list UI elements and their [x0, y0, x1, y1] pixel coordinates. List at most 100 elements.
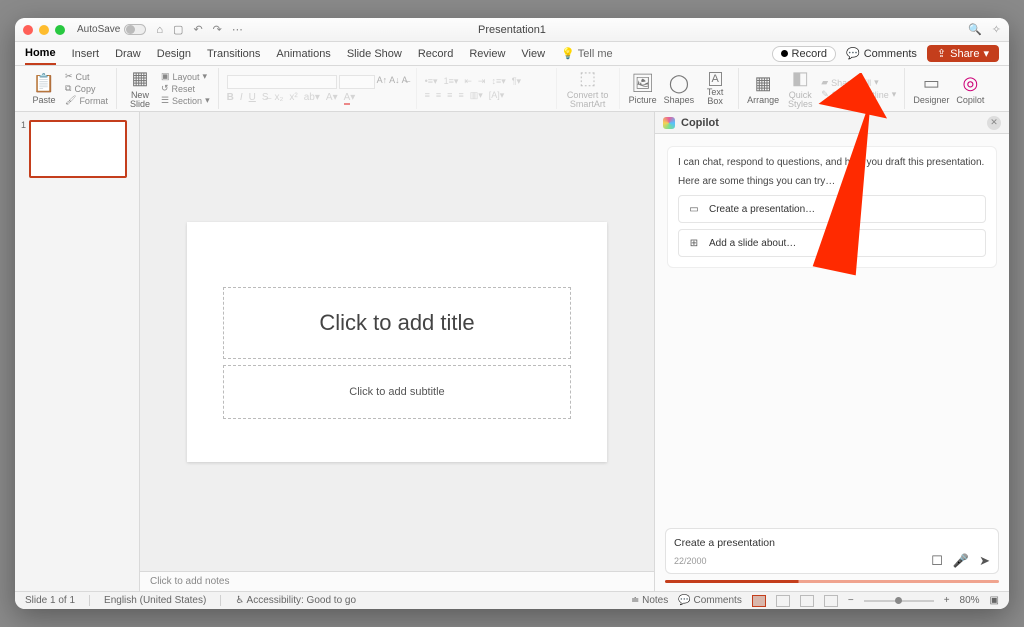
toggle-icon[interactable] [124, 24, 146, 35]
slide-thumb[interactable] [29, 120, 127, 178]
clear-format-icon[interactable]: A̶ [402, 75, 408, 89]
numbering-icon[interactable]: 1≡▾ [444, 76, 459, 87]
slide-thumbnails[interactable]: 1 [15, 112, 140, 591]
title-placeholder[interactable]: Click to add title [223, 287, 572, 359]
tab-home[interactable]: Home [25, 43, 56, 65]
view-reading-button[interactable] [800, 595, 814, 607]
align-right-icon[interactable]: ≡ [447, 90, 452, 101]
copilot-ribbon-button[interactable]: ◎Copilot [955, 73, 985, 105]
bullets-icon[interactable]: •≡▾ [425, 76, 438, 87]
save-icon[interactable]: ▢ [173, 23, 183, 36]
copy-button[interactable]: ⧉Copy [65, 83, 108, 94]
indent-left-icon[interactable]: ⇤ [464, 76, 472, 87]
record-button[interactable]: Record [772, 46, 836, 62]
slide-canvas[interactable]: Click to add title Click to add subtitle [140, 112, 654, 571]
strike-button[interactable]: S̶ [262, 92, 269, 103]
tab-draw[interactable]: Draw [115, 44, 141, 64]
superscript-button[interactable]: x² [289, 92, 297, 103]
zoom-thumb[interactable] [895, 597, 902, 604]
window-controls[interactable] [23, 25, 65, 35]
view-slideshow-button[interactable] [824, 595, 838, 607]
font-size-dropdown[interactable] [339, 75, 375, 89]
subtitle-placeholder[interactable]: Click to add subtitle [223, 365, 572, 419]
status-notes-button[interactable]: ≐ Notes [631, 595, 668, 606]
suggestion-add-slide[interactable]: ⊞ Add a slide about… [678, 229, 986, 257]
columns-icon[interactable]: ▥▾ [470, 90, 483, 101]
minimize-window-button[interactable] [39, 25, 49, 35]
fit-to-window-button[interactable]: ▣ [990, 595, 999, 606]
more-icon[interactable]: ⋯ [232, 23, 243, 36]
tab-view[interactable]: View [521, 44, 545, 64]
zoom-in-button[interactable]: + [944, 595, 950, 606]
line-spacing-icon[interactable]: ↕≡▾ [491, 76, 505, 87]
cut-button[interactable]: ✂Cut [65, 71, 108, 82]
layout-button[interactable]: ▣Layout ▾ [161, 71, 210, 82]
search-icon[interactable]: 🔍 [968, 23, 982, 36]
zoom-percent[interactable]: 80% [960, 595, 980, 606]
arrange-button[interactable]: ▦Arrange [747, 73, 779, 105]
attach-icon[interactable]: ☐ [931, 553, 943, 569]
paste-button[interactable]: 📋 Paste [29, 73, 59, 105]
subscript-button[interactable]: x₂ [275, 92, 284, 103]
tab-animations[interactable]: Animations [276, 44, 330, 64]
tab-insert[interactable]: Insert [72, 44, 100, 64]
copilot-text-input[interactable] [674, 535, 990, 553]
font-family-dropdown[interactable] [227, 75, 337, 89]
notes-bar[interactable]: Click to add notes [140, 571, 654, 591]
align-text-icon[interactable]: [A]▾ [489, 90, 505, 101]
italic-button[interactable]: I [240, 92, 243, 103]
align-left-icon[interactable]: ≡ [425, 90, 430, 101]
status-comments-button[interactable]: 💬 Comments [678, 595, 742, 606]
tab-transitions[interactable]: Transitions [207, 44, 260, 64]
zoom-out-button[interactable]: − [848, 595, 854, 606]
reset-button[interactable]: ↺Reset [161, 83, 210, 94]
mic-icon[interactable]: 🎤 [953, 553, 969, 569]
slide[interactable]: Click to add title Click to add subtitle [187, 222, 607, 462]
font-color-button[interactable]: A▾ [344, 92, 356, 103]
quick-styles-button[interactable]: ◧Quick Styles [785, 68, 815, 109]
tab-slideshow[interactable]: Slide Show [347, 44, 402, 64]
status-language[interactable]: English (United States) [104, 595, 206, 606]
undo-icon[interactable]: ↶ [193, 23, 202, 36]
zoom-slider[interactable] [864, 600, 934, 602]
justify-icon[interactable]: ≡ [458, 90, 463, 101]
textbox-button[interactable]: AText Box [700, 72, 730, 106]
highlight-button[interactable]: ab▾ [304, 92, 320, 103]
redo-icon[interactable]: ↷ [213, 23, 222, 36]
share-button[interactable]: ⇪ Share ▾ [927, 45, 999, 62]
indent-right-icon[interactable]: ⇥ [478, 76, 486, 87]
send-icon[interactable]: ➤ [979, 553, 990, 569]
decrease-font-icon[interactable]: A↓ [389, 75, 400, 89]
new-slide-button[interactable]: ▦ New Slide [125, 68, 155, 109]
thumbnail-1[interactable]: 1 [21, 120, 133, 178]
shape-outline-button[interactable]: ✎Shape Outline ▾ [821, 89, 896, 100]
tab-review[interactable]: Review [469, 44, 505, 64]
view-normal-button[interactable] [752, 595, 766, 607]
tellme-search[interactable]: 💡 Tell me [561, 47, 613, 60]
align-center-icon[interactable]: ≡ [436, 90, 441, 101]
status-accessibility[interactable]: ♿︎ Accessibility: Good to go [235, 595, 356, 606]
tab-record[interactable]: Record [418, 44, 453, 64]
convert-smartart-button[interactable]: ⬚ Convert to SmartArt [565, 68, 611, 109]
bold-button[interactable]: B [227, 92, 234, 103]
copilot-close-button[interactable]: ✕ [987, 116, 1001, 130]
text-effects-button[interactable]: A▾ [326, 92, 338, 103]
copilot-input-box[interactable]: 22/2000 ☐ 🎤 ➤ [665, 528, 999, 574]
autosave-toggle[interactable]: AutoSave [77, 24, 146, 35]
home-icon[interactable]: ⌂ [156, 24, 163, 36]
comments-button[interactable]: 💬 Comments [846, 47, 917, 60]
increase-font-icon[interactable]: A↑ [377, 75, 388, 89]
shape-fill-button[interactable]: ▰Shape Fill ▾ [821, 77, 896, 88]
suggestion-create-presentation[interactable]: ▭ Create a presentation… [678, 195, 986, 223]
view-sorter-button[interactable] [776, 595, 790, 607]
format-painter-button[interactable]: 🖌Format [65, 95, 108, 106]
maximize-window-button[interactable] [55, 25, 65, 35]
close-window-button[interactable] [23, 25, 33, 35]
underline-button[interactable]: U [249, 92, 256, 103]
shapes-button[interactable]: ◯Shapes [664, 73, 695, 105]
sparkle-icon[interactable]: ✧ [992, 23, 1001, 36]
section-button[interactable]: ☰Section ▾ [161, 95, 210, 106]
text-direction-icon[interactable]: ¶▾ [512, 76, 521, 87]
tab-design[interactable]: Design [157, 44, 191, 64]
designer-button[interactable]: ▭Designer [913, 73, 949, 105]
